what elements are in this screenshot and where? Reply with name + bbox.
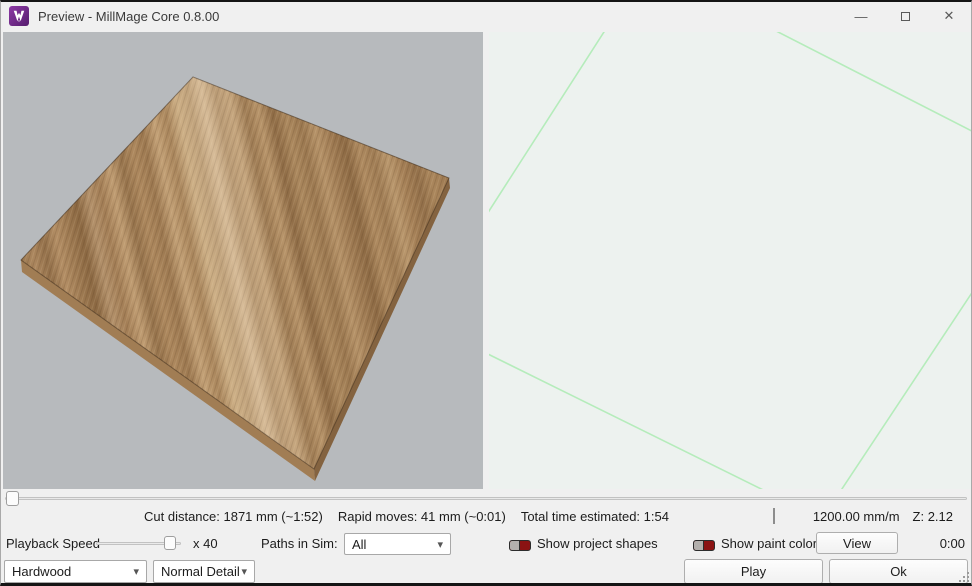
ok-button-label: Ok — [890, 564, 907, 579]
detail-level-value: Normal Detail — [161, 564, 240, 579]
status-bar: Cut distance: 1871 mm (~1:52) Rapid move… — [1, 507, 971, 529]
toggle-knob — [694, 541, 704, 550]
resize-grip[interactable] — [957, 570, 970, 583]
window-title: Preview - MillMage Core 0.8.00 — [38, 9, 219, 24]
maximize-icon — [901, 12, 910, 21]
status-stats: Cut distance: 1871 mm (~1:52) Rapid move… — [144, 509, 669, 524]
maximize-button[interactable] — [883, 2, 927, 30]
paths-in-sim-select[interactable]: All ▾ — [344, 533, 451, 555]
bottom-toolbar: Hardwood ▾ Normal Detail ▾ Play Ok — [1, 558, 971, 585]
view-button[interactable]: View — [816, 532, 898, 554]
show-paint-colors-toggle[interactable] — [693, 540, 715, 551]
rapid-moves-stat: Rapid moves: 41 mm (~0:01) — [338, 509, 506, 524]
status-readouts: 1200.00 mm/m Z: 2.12 — [781, 509, 953, 524]
chevron-down-icon: ▾ — [437, 538, 443, 551]
total-time-stat: Total time estimated: 1:54 — [521, 509, 669, 524]
z-readout: Z: 2.12 — [913, 509, 953, 524]
playback-controls: Playback Speed x 40 Paths in Sim: All ▾ … — [1, 530, 971, 556]
speed-multiplier-value: x 40 — [193, 536, 218, 551]
toggle-knob — [510, 541, 520, 550]
material-select[interactable]: Hardwood ▾ — [4, 560, 147, 583]
sim-timeline — [1, 489, 971, 507]
minimize-button[interactable]: — — [839, 2, 883, 30]
wood-board-render — [3, 32, 483, 489]
stock-outline-wire — [489, 32, 971, 489]
show-paint-colors-label: Show paint colors — [721, 536, 824, 551]
feed-rate-readout: 1200.00 mm/m — [813, 509, 900, 524]
sim-elapsed-time: 0:00 — [940, 536, 965, 551]
playback-speed-label: Playback Speed — [6, 536, 100, 551]
play-button-label: Play — [741, 564, 766, 579]
show-project-shapes-toggle[interactable] — [509, 540, 531, 551]
minimize-icon: — — [855, 9, 868, 24]
feed-rate-marker — [773, 508, 775, 524]
title-bar: Preview - MillMage Core 0.8.00 — ✕ — [1, 2, 971, 30]
cut-distance-stat: Cut distance: 1871 mm (~1:52) — [144, 509, 323, 524]
timeline-handle[interactable] — [6, 491, 19, 506]
chevron-down-icon: ▾ — [241, 565, 247, 578]
paths-in-sim-value: All — [352, 537, 366, 552]
detail-level-select[interactable]: Normal Detail ▾ — [153, 560, 255, 583]
close-icon: ✕ — [944, 8, 955, 24]
chevron-down-icon: ▾ — [133, 565, 139, 578]
show-project-shapes-label: Show project shapes — [537, 536, 658, 551]
view-button-label: View — [843, 536, 871, 551]
paths-in-sim-label: Paths in Sim: — [261, 536, 338, 551]
millmage-app-icon — [9, 6, 29, 26]
mage-m-glyph — [12, 9, 26, 23]
play-button[interactable]: Play — [684, 559, 823, 584]
toolpath-viewport[interactable] — [489, 32, 971, 489]
speed-slider-handle[interactable] — [164, 536, 176, 550]
toolpath-wireframe — [489, 32, 971, 489]
window-controls: — ✕ — [839, 2, 971, 30]
close-button[interactable]: ✕ — [927, 2, 971, 30]
ok-button[interactable]: Ok — [829, 559, 968, 584]
timeline-track[interactable] — [5, 497, 967, 500]
playback-speed-slider — [96, 533, 181, 553]
preview-dialog: Preview - MillMage Core 0.8.00 — ✕ — [0, 0, 972, 586]
stock-3d-viewport[interactable] — [3, 32, 483, 489]
material-value: Hardwood — [12, 564, 71, 579]
